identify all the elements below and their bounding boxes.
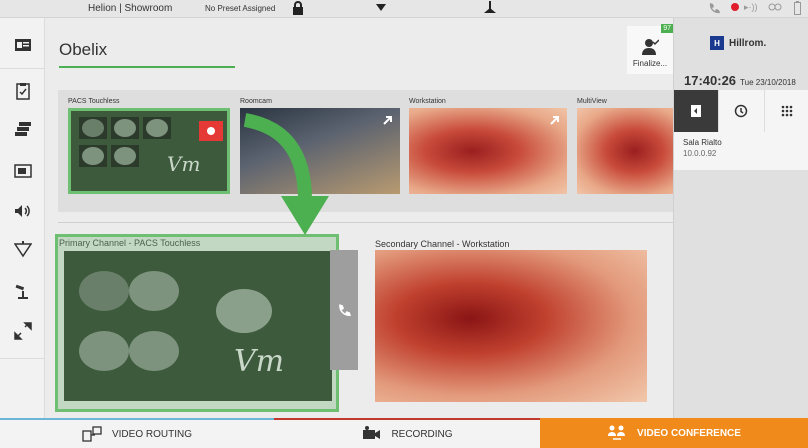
secondary-channel-screen[interactable]	[375, 250, 647, 402]
tab-video-routing[interactable]: VIDEO ROUTING	[0, 418, 274, 448]
site-label: Helion | Showroom	[88, 3, 173, 14]
phone-icon	[339, 304, 351, 316]
video-routing-label: VIDEO ROUTING	[111, 428, 192, 440]
contact-ip: 10.0.0.92	[683, 149, 717, 158]
battery-icon	[794, 1, 801, 18]
tab-history[interactable]	[719, 90, 765, 132]
video-routing-icon	[82, 426, 102, 442]
brand-name: Hillrom.	[729, 37, 767, 49]
source-name: Roomcam	[240, 98, 272, 105]
expand-icon[interactable]	[0, 312, 45, 350]
primary-channel-screen[interactable]: Vm	[55, 234, 339, 412]
display-icon[interactable]	[0, 152, 45, 190]
tab-contacts[interactable]	[674, 90, 720, 132]
or-table-icon[interactable]	[0, 272, 45, 310]
source-name: MultiView	[577, 98, 607, 105]
video-conference-icon	[608, 425, 626, 440]
patient-card-icon[interactable]	[0, 26, 45, 64]
top-status-bar: Helion | Showroom No Preset Assigned ▸·)…	[0, 0, 808, 18]
finalize-button[interactable]: 97 Finalize...	[627, 24, 673, 74]
lock-icon[interactable]	[292, 1, 304, 18]
preset-label: No Preset Assigned	[205, 4, 276, 13]
tab-video-conference[interactable]: VIDEO CONFERENCE	[540, 418, 808, 448]
right-panel: H Hillrom. 17:40:26 Tue 23/10/2018 Sala R…	[673, 18, 808, 418]
clock-date: Tue 23/10/2018	[740, 78, 796, 87]
secondary-channel-label: Secondary Channel - Workstation	[375, 239, 510, 249]
open-external-icon[interactable]	[380, 114, 394, 128]
recording-label: RECORDING	[391, 428, 453, 440]
contact-item[interactable]: Sala Rialto 10.0.0.92	[674, 132, 808, 170]
surgical-light-icon-sidebar[interactable]	[0, 230, 45, 268]
layers-icon[interactable]	[0, 110, 45, 148]
finalize-label: Finalize...	[632, 59, 668, 68]
source-workstation[interactable]: Workstation	[409, 98, 567, 210]
contact-name: Sala Rialto	[683, 138, 722, 147]
surgical-light-icon[interactable]	[482, 1, 498, 18]
source-thumbnail	[577, 108, 673, 194]
checklist-icon[interactable]	[0, 72, 45, 110]
record-indicator-icon	[730, 2, 740, 15]
audio-out-icon: ▸·))	[744, 2, 758, 12]
chevron-down-icon[interactable]	[376, 4, 386, 15]
bottom-nav: VIDEO ROUTING RECORDING VIDEO CONFERENCE	[0, 418, 808, 448]
svg-text:Vm: Vm	[167, 152, 200, 176]
phone-status-icon	[708, 2, 720, 17]
user-check-icon	[642, 39, 660, 55]
source-multiview[interactable]: MultiView	[577, 98, 673, 210]
primary-channel-video: Vm	[64, 251, 332, 401]
clock-time: 17:40:26	[684, 73, 737, 88]
open-external-icon[interactable]	[547, 114, 561, 128]
tab-keypad[interactable]	[764, 90, 808, 132]
keypad-icon	[781, 105, 793, 117]
source-name: PACS Touchless	[68, 98, 120, 105]
brand: H Hillrom.	[710, 36, 766, 50]
contacts-icon	[691, 105, 702, 117]
source-name: Workstation	[409, 98, 446, 105]
right-panel-tabs	[674, 90, 808, 132]
video-conference-label: VIDEO CONFERENCE	[637, 427, 741, 439]
source-pacs-touchless[interactable]: PACS Touchless Vm	[68, 98, 230, 210]
network-icon	[768, 2, 782, 15]
video-source-strip: PACS Touchless Vm Roomcam Workstation Mu…	[58, 90, 673, 212]
main-area: Obelix 97 Finalize... PACS Touchless Vm	[45, 18, 673, 418]
volume-icon[interactable]	[0, 192, 45, 230]
room-title: Obelix	[59, 40, 108, 59]
recording-camera-icon	[363, 426, 381, 439]
left-sidebar	[0, 18, 45, 418]
call-button[interactable]	[330, 250, 358, 370]
clock-icon	[735, 104, 748, 118]
room-title-underline	[59, 66, 235, 68]
hillrom-logo-icon: H	[710, 36, 724, 50]
tab-recording[interactable]: RECORDING	[274, 418, 540, 448]
svg-text:Vm: Vm	[234, 344, 284, 379]
drag-arrow-icon	[243, 113, 329, 235]
clock: 17:40:26 Tue 23/10/2018	[684, 73, 796, 88]
finalize-badge: 97	[661, 24, 673, 33]
source-thumbnail	[409, 108, 567, 194]
source-thumbnail: Vm	[68, 108, 230, 194]
